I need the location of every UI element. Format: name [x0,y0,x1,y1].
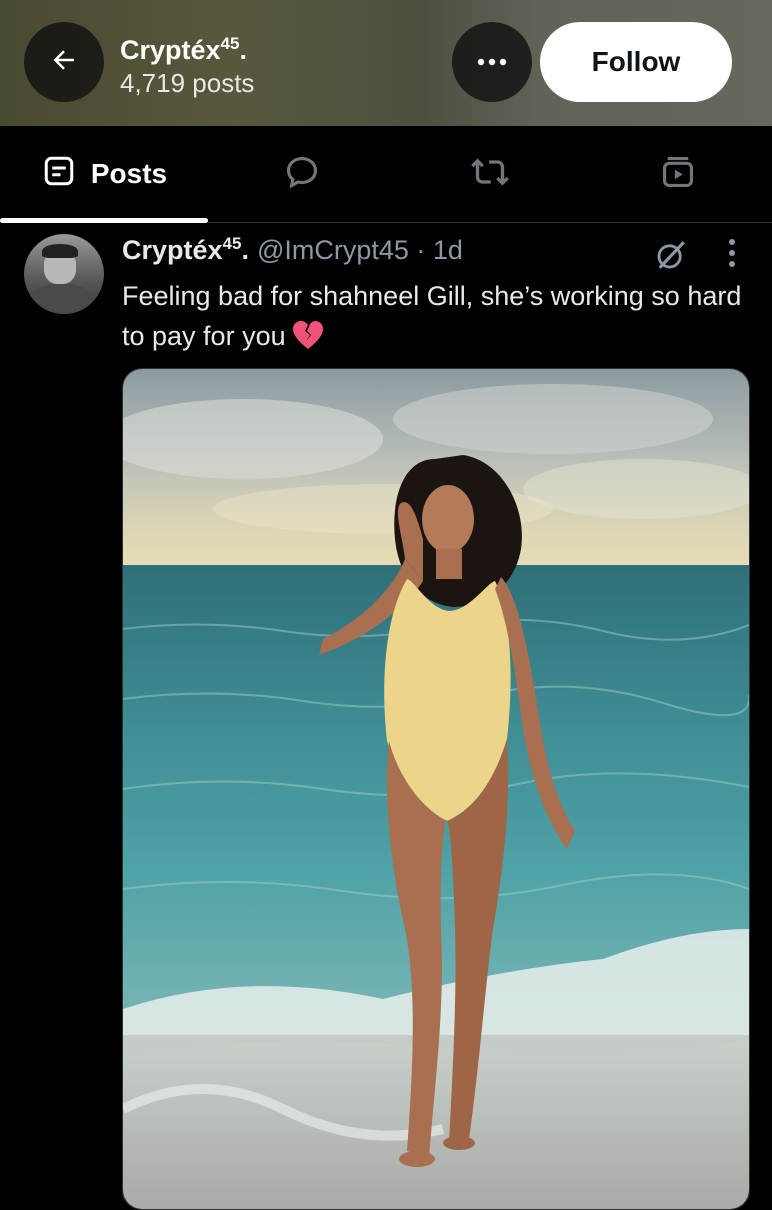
more-options-button[interactable] [452,22,532,102]
post-header: Cryptéx45. @ImCrypt45 · 1d [122,234,463,270]
media-play-icon [659,153,697,196]
more-vertical-icon[interactable] [718,236,746,270]
tab-replies[interactable] [282,154,322,194]
posts-list-icon [41,153,77,196]
post-media-image[interactable] [122,368,750,1210]
profile-header: Cryptéx45. 4,719 posts Follow [0,0,772,126]
back-button[interactable] [24,22,104,102]
tab-posts[interactable]: Posts [0,126,208,223]
more-horizontal-icon [477,53,507,71]
active-tab-indicator [0,218,208,223]
tab-media[interactable] [658,154,698,194]
speech-bubble-icon [283,153,321,196]
broken-heart-emoji [292,320,324,361]
post-text: Feeling bad for shahneel Gill, she’s wor… [122,276,752,361]
repost-icon [470,152,510,197]
follow-button[interactable]: Follow [540,22,732,102]
arrow-left-icon [49,45,79,80]
posts-count: 4,719 posts [120,68,255,98]
profile-name: Cryptéx45. [120,34,247,65]
profile-title-block: Cryptéx45. 4,719 posts [120,28,254,100]
author-avatar[interactable] [24,234,104,314]
grok-icon[interactable] [654,238,688,272]
post-handle-time[interactable]: @ImCrypt45 · 1d [257,235,463,266]
profile-tabs: Posts [0,126,772,223]
post-author-name[interactable]: Cryptéx45. [122,234,249,266]
tab-posts-label: Posts [90,158,168,189]
tab-reposts[interactable] [470,154,510,194]
